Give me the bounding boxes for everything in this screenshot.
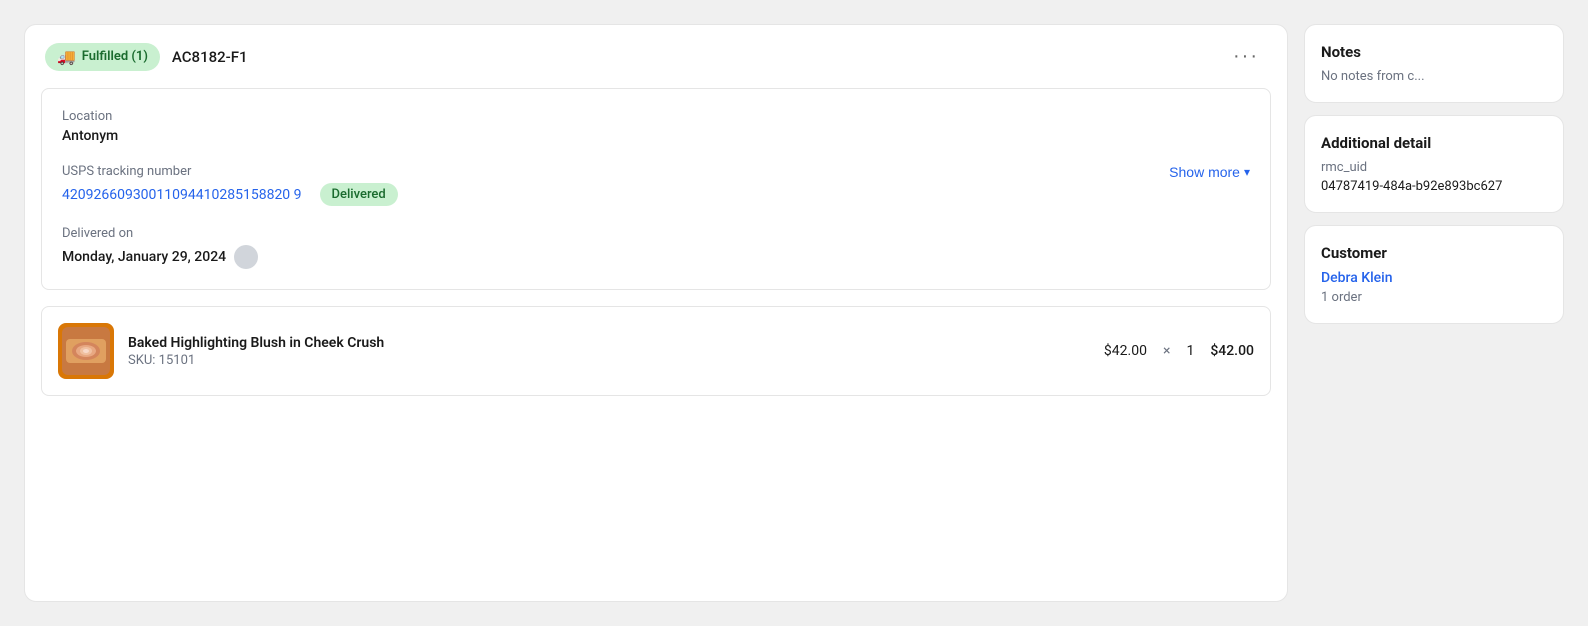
tracking-number-link[interactable]: 42092660930011094410285158820 9 (62, 187, 302, 203)
customer-title: Customer (1321, 244, 1547, 262)
total-price: $42.00 (1210, 343, 1254, 359)
customer-card: Customer Debra Klein 1 order (1304, 225, 1564, 324)
delivered-badge: Delivered (320, 183, 398, 206)
notes-title: Notes (1321, 43, 1547, 61)
more-options-button[interactable]: ··· (1225, 41, 1267, 72)
tracking-label: USPS tracking number (62, 164, 398, 179)
fulfilled-badge: 🚚 Fulfilled (1) (45, 43, 160, 71)
delivery-label: Delivered on (62, 226, 1250, 241)
fulfillment-detail-card: Location Antonym USPS tracking number 42… (41, 88, 1271, 290)
fulfilled-label: Fulfilled (1) (82, 49, 148, 64)
product-sku: SKU: 15101 (128, 353, 1090, 368)
detail-value: 04787419-484a-b92e893bc627 (1321, 179, 1547, 194)
tracking-left: USPS tracking number 4209266093001109441… (62, 164, 398, 206)
show-more-button[interactable]: Show more ▾ (1169, 164, 1250, 180)
product-image (58, 323, 114, 379)
additional-title: Additional detail (1321, 134, 1547, 152)
delivery-date-row: Monday, January 29, 2024 (62, 245, 1250, 269)
detail-key: rmc_uid (1321, 160, 1547, 175)
product-name: Baked Highlighting Blush in Cheek Crush (128, 335, 1090, 351)
additional-details-card: Additional detail rmc_uid 04787419-484a-… (1304, 115, 1564, 213)
tracking-section: USPS tracking number 4209266093001109441… (62, 164, 1250, 206)
truck-icon: 🚚 (57, 48, 76, 66)
notes-card: Notes No notes from c... (1304, 24, 1564, 103)
chevron-down-icon: ▾ (1244, 165, 1250, 179)
product-pricing: $42.00 × 1 $42.00 (1104, 343, 1254, 359)
unit-price: $42.00 (1104, 343, 1147, 359)
product-row: Baked Highlighting Blush in Cheek Crush … (41, 306, 1271, 396)
customer-orders: 1 order (1321, 290, 1547, 305)
card-header: 🚚 Fulfilled (1) AC8182-F1 ··· (25, 25, 1287, 88)
quantity-separator: × (1163, 343, 1170, 359)
show-more-label: Show more (1169, 164, 1240, 180)
quantity: 1 (1186, 343, 1194, 359)
location-section: Location Antonym (62, 109, 1250, 144)
delivery-date: Monday, January 29, 2024 (62, 249, 226, 265)
calendar-icon (234, 245, 258, 269)
notes-text: No notes from c... (1321, 69, 1547, 84)
tracking-number-row: 42092660930011094410285158820 9 Delivere… (62, 183, 398, 206)
product-info: Baked Highlighting Blush in Cheek Crush … (128, 335, 1090, 368)
delivery-section: Delivered on Monday, January 29, 2024 (62, 226, 1250, 269)
customer-name-link[interactable]: Debra Klein (1321, 270, 1393, 286)
order-id: AC8182-F1 (172, 48, 1213, 66)
location-value: Antonym (62, 128, 1250, 144)
location-label: Location (62, 109, 1250, 124)
sidebar: Notes No notes from c... Additional deta… (1304, 24, 1564, 602)
main-card: 🚚 Fulfilled (1) AC8182-F1 ··· Location A… (24, 24, 1288, 602)
